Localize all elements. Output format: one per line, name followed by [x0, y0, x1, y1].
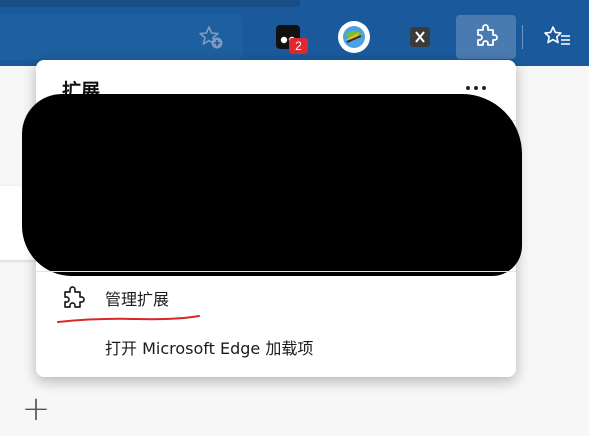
- browser-toolbar: 2: [0, 0, 589, 66]
- more-dot-icon: [482, 86, 486, 90]
- more-dot-icon: [474, 86, 478, 90]
- open-edge-addons-label: 打开 Microsoft Edge 加载项: [105, 339, 314, 358]
- puzzle-icon: [477, 24, 498, 46]
- idm-extension-button[interactable]: [337, 15, 371, 59]
- redacted-extension-list: [22, 94, 522, 276]
- puzzle-icon: [64, 286, 85, 308]
- extensions-button[interactable]: [456, 15, 516, 59]
- open-edge-addons-item[interactable]: 打开 Microsoft Edge 加载项: [36, 325, 516, 369]
- more-dot-icon: [466, 86, 470, 90]
- add-favorite-button[interactable]: [194, 15, 228, 59]
- red-underline-annotation: [57, 315, 200, 323]
- tab-strip: [0, 0, 300, 7]
- new-item-plus-icon[interactable]: +: [20, 392, 52, 426]
- star-list-icon: [544, 26, 570, 45]
- manage-extensions-label: 管理扩展: [105, 290, 170, 309]
- globe-download-icon: [338, 21, 370, 53]
- x-box-icon: [410, 27, 430, 47]
- popup-divider: [36, 271, 516, 272]
- extension-x-button[interactable]: [403, 15, 437, 59]
- star-plus-icon: [199, 26, 223, 49]
- favorites-button[interactable]: [541, 15, 575, 59]
- extensions-popup: 扩展 管理扩展 打开 Microsoft Edge 加载项: [22, 60, 522, 377]
- extension-badge: 2: [289, 38, 308, 54]
- toolbar-divider: [522, 25, 523, 49]
